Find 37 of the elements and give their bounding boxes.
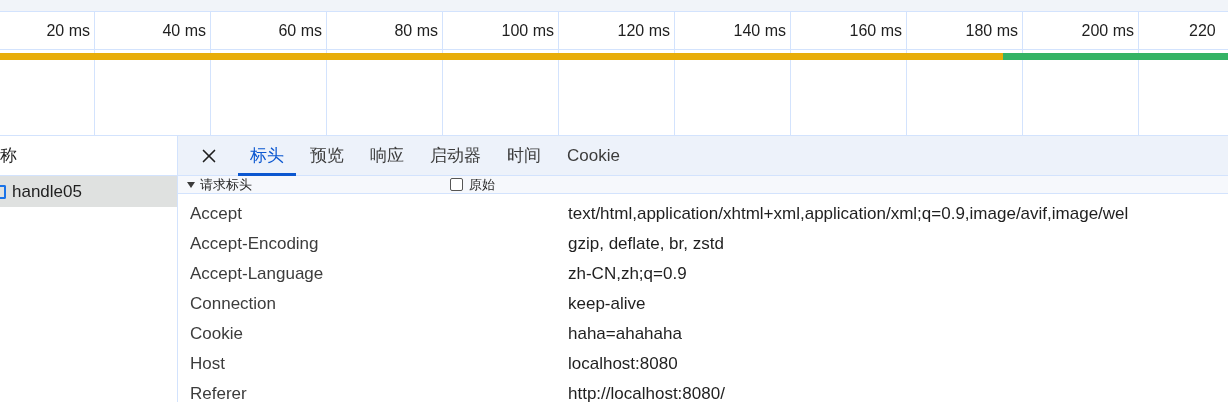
tick-label: 160 ms [849,20,902,41]
tick-label: 80 ms [394,20,438,41]
header-value: keep-alive [568,293,646,316]
caret-icon[interactable] [187,181,195,188]
detail-tab[interactable]: 预览 [298,135,356,176]
header-name: Referer [190,383,248,402]
header-name: Accept-Language [190,263,325,286]
header-name: Accept [190,203,243,226]
header-value: text/html,application/xhtml+xml,application/xml;q=0.9,image/avif,image/wel [568,203,1129,226]
tick-label: 220 [1189,20,1216,41]
tick-label: 100 ms [501,20,554,41]
tick-label: 200 ms [1081,20,1134,41]
header-name: Accept-Encoding [190,233,320,256]
detail-tab[interactable]: 响应 [358,135,416,176]
header-value: http://localhost:8080/ [568,383,725,402]
column-header: 称 [0,144,17,167]
tick-label: 40 ms [162,20,206,41]
raw-checkbox[interactable] [450,178,463,191]
tick-label: 120 ms [617,20,670,41]
tick-label: 140 ms [733,20,786,41]
detail-tab[interactable]: 启动器 [418,135,493,176]
header-name: Connection [190,293,277,316]
header-value: gzip, deflate, br, zstd [568,233,724,256]
checkbox-label: 原始 [469,175,495,194]
header-value: zh-CN,zh;q=0.9 [568,263,687,286]
tick-label: 180 ms [965,20,1018,41]
tick-label: 20 ms [46,20,90,41]
tick-label: 60 ms [278,20,322,41]
header-value: localhost:8080 [568,353,678,376]
section-title: 请求标头 [200,175,253,194]
detail-tab[interactable]: 时间 [495,135,553,176]
header-name: Host [190,353,226,376]
header-name: Cookie [190,323,244,346]
document-icon [0,184,6,199]
header-value: haha=ahahaha [568,323,682,346]
detail-tab[interactable]: Cookie [555,135,632,176]
request-row[interactable]: handle05 [0,176,177,207]
